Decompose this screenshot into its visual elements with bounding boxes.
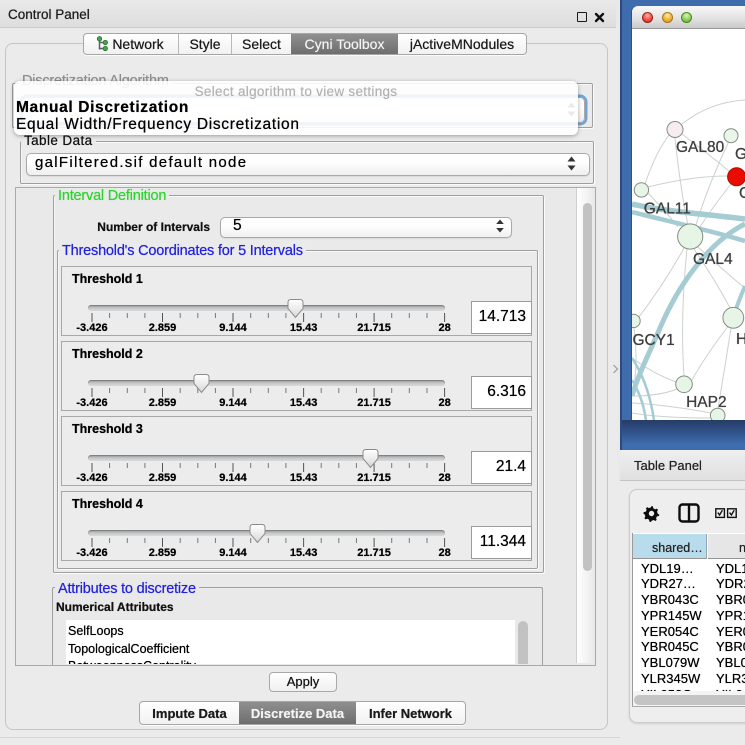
svg-text:GAL7: GAL7 [735, 146, 745, 163]
svg-text:GAL4: GAL4 [693, 251, 733, 268]
svg-text:GAL11: GAL11 [644, 201, 691, 218]
svg-text:HA: HA [736, 331, 745, 348]
svg-text:GA: GA [739, 185, 745, 202]
svg-text:GAL80: GAL80 [676, 139, 725, 156]
svg-text:GCY1: GCY1 [633, 332, 675, 349]
svg-text:HAP2: HAP2 [686, 394, 727, 411]
